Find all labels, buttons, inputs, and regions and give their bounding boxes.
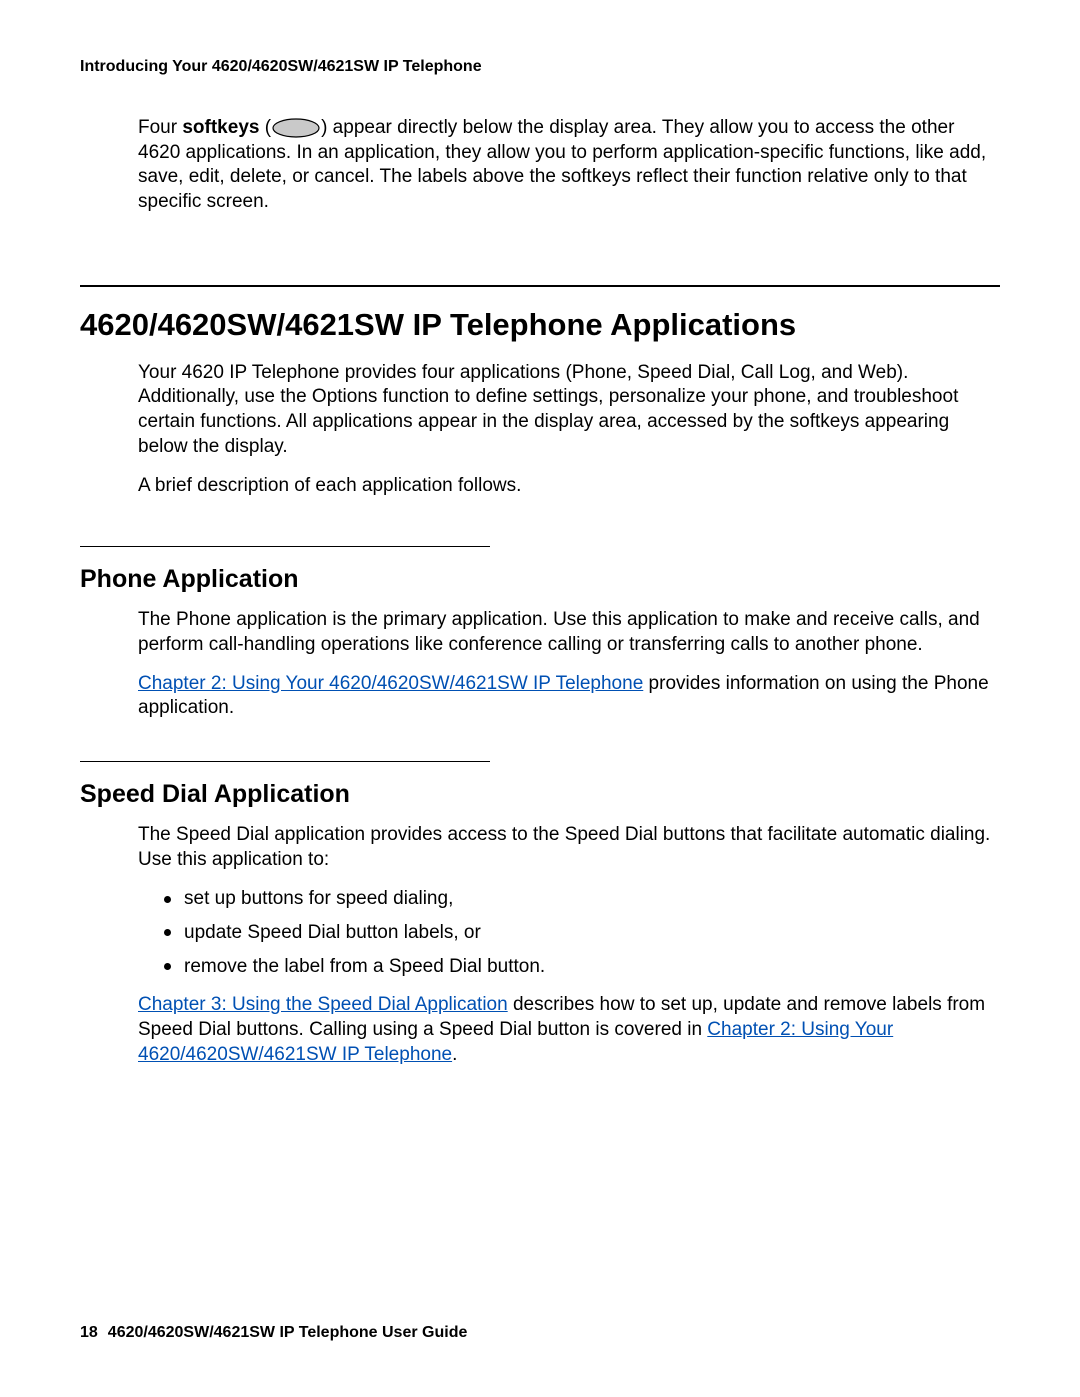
list-item: remove the label from a Speed Dial butto… <box>184 954 1000 980</box>
subsection-divider <box>80 761 490 762</box>
section-body: Your 4620 IP Telephone provides four app… <box>138 361 1000 498</box>
subsection-title-speed-dial: Speed Dial Application <box>80 780 1000 809</box>
speed-body: The Speed Dial application provides acce… <box>138 823 1000 1067</box>
intro-paragraph: Four softkeys ( ) appear directly below … <box>138 116 1000 215</box>
section-title-applications: 4620/4620SW/4621SW IP Telephone Applicat… <box>80 285 1000 343</box>
intro-text-lead-a: Four <box>138 117 182 138</box>
speed-bullet-list: set up buttons for speed dialing, update… <box>138 886 1000 979</box>
page-number: 18 <box>80 1324 98 1341</box>
link-chapter3-speed-dial[interactable]: Chapter 3: Using the Speed Dial Applicat… <box>138 994 508 1015</box>
running-header: Introducing Your 4620/4620SW/4621SW IP T… <box>80 58 1000 76</box>
speed-para1: The Speed Dial application provides acce… <box>138 823 1000 872</box>
list-item: set up buttons for speed dialing, <box>184 886 1000 912</box>
subsection-title-phone: Phone Application <box>80 565 1000 594</box>
link-chapter2-phone[interactable]: Chapter 2: Using Your 4620/4620SW/4621SW… <box>138 673 643 694</box>
page-footer: 18 4620/4620SW/4621SW IP Telephone User G… <box>80 1324 467 1342</box>
phone-para1: The Phone application is the primary app… <box>138 608 1000 657</box>
speed-para2-tail: . <box>452 1044 457 1065</box>
footer-guide-title: 4620/4620SW/4621SW IP Telephone User Gui… <box>108 1324 468 1341</box>
section-para1: Your 4620 IP Telephone provides four app… <box>138 361 1000 460</box>
intro-text-lead-b: ( <box>259 117 271 138</box>
softkey-oval-icon <box>271 118 321 138</box>
document-page: Introducing Your 4620/4620SW/4621SW IP T… <box>0 0 1080 1397</box>
speed-para2: Chapter 3: Using the Speed Dial Applicat… <box>138 993 1000 1067</box>
phone-body: The Phone application is the primary app… <box>138 608 1000 721</box>
section-para2: A brief description of each application … <box>138 474 1000 499</box>
list-item: update Speed Dial button labels, or <box>184 920 1000 946</box>
subsection-divider <box>80 546 490 547</box>
intro-bold-softkeys: softkeys <box>182 117 259 138</box>
phone-para2: Chapter 2: Using Your 4620/4620SW/4621SW… <box>138 672 1000 721</box>
